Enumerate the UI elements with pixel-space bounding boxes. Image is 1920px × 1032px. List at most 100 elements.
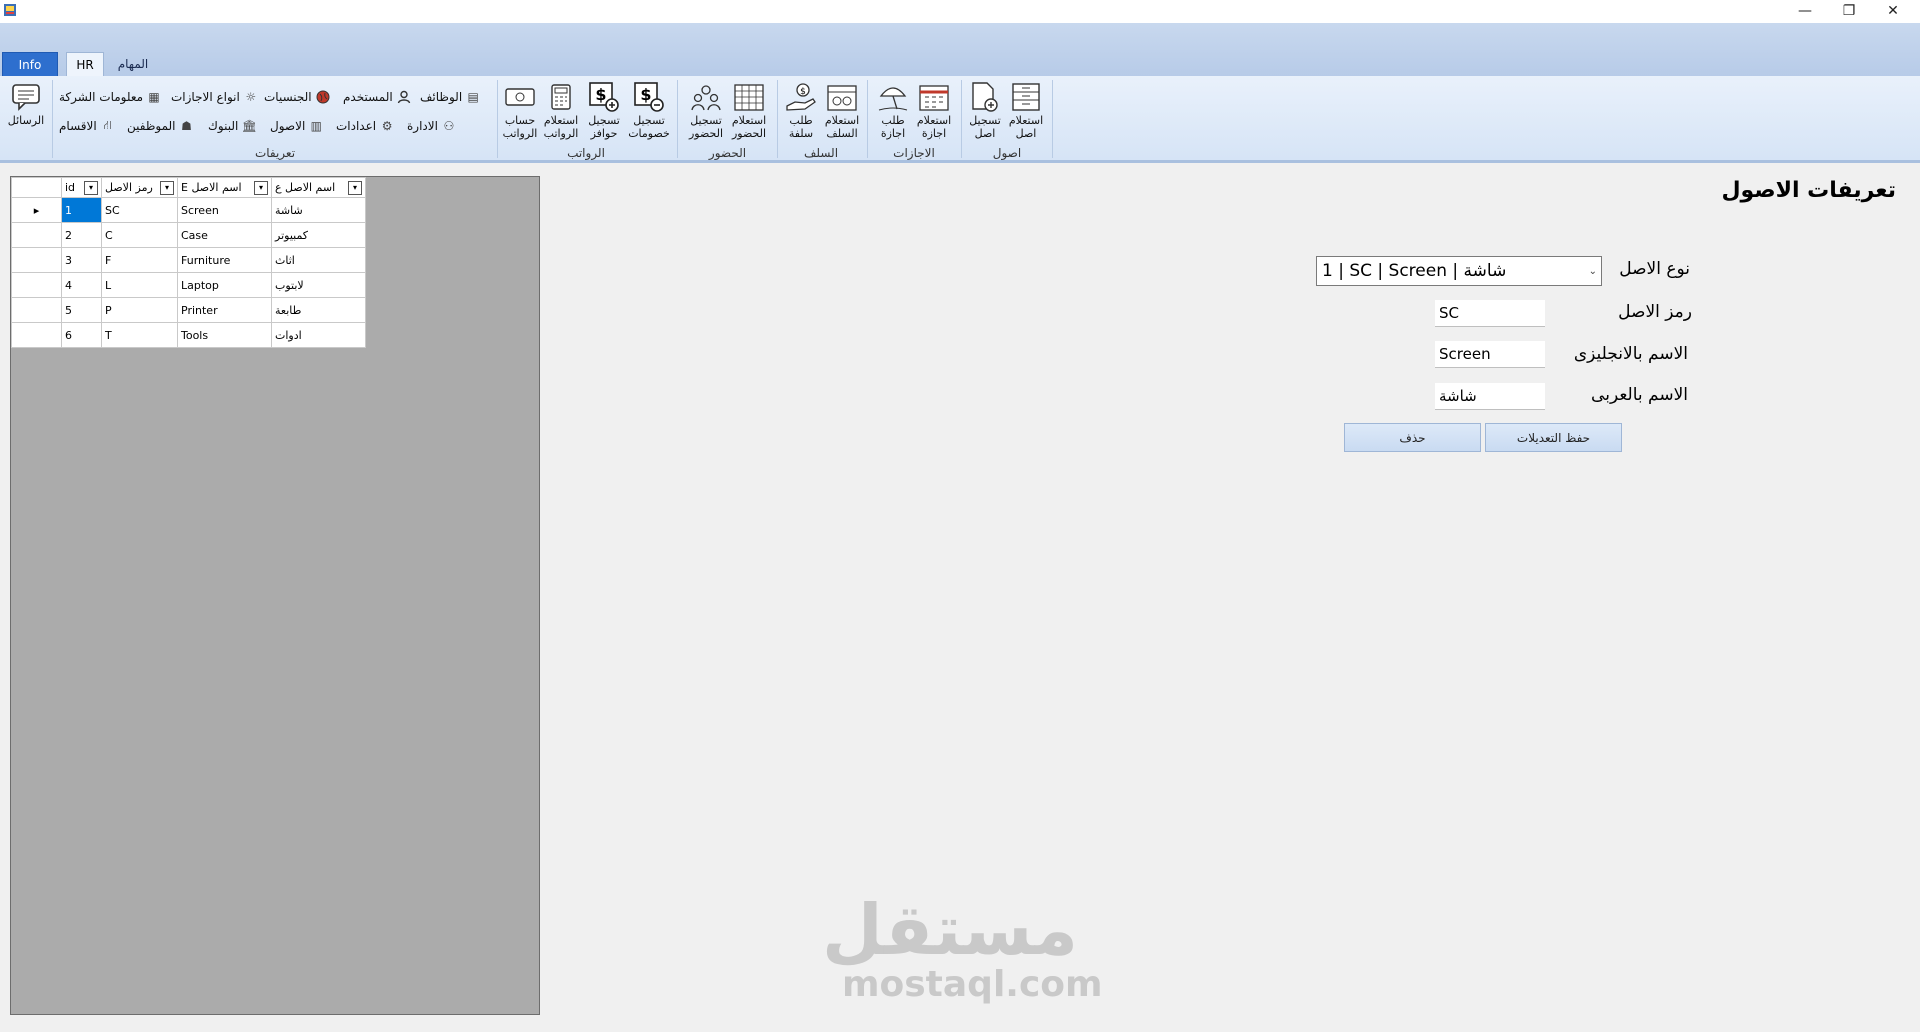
salary-inquiry-label-1: استعلام [543, 114, 579, 127]
ribbon-item-user[interactable]: المستخدم [343, 87, 411, 107]
cell-name-en[interactable]: Tools [177, 322, 272, 348]
attendance-register-button[interactable]: تسجيل الحضور [686, 80, 726, 144]
asset-type-select[interactable]: 1 | SC | Screen | شاشة ⌄ [1316, 256, 1602, 286]
employees-icon: ☗ [181, 119, 192, 133]
filter-dropdown-icon[interactable]: ▾ [254, 180, 268, 195]
salary-calc-button[interactable]: حساب الرواتب [500, 80, 540, 144]
table-row[interactable]: 2 C Case كمبيوتر [11, 222, 366, 248]
ribbon-item-departments[interactable]: ⛙ الاقسام [59, 116, 115, 136]
row-header[interactable] [11, 272, 62, 298]
table-row[interactable]: ▸ 1 SC Screen شاشة [11, 197, 366, 223]
cell-name-ar[interactable]: شاشة [271, 197, 366, 223]
table-row[interactable]: 5 P Printer طابعة [11, 297, 366, 323]
cabinet-icon [1009, 80, 1043, 114]
tab-tasks[interactable]: المهام [108, 52, 158, 76]
settings-label: اعدادات [336, 119, 377, 133]
name-ar-label: الاسم بالعربى [1591, 385, 1688, 405]
cell-id[interactable]: 5 [61, 297, 102, 323]
ribbon-item-nationalities[interactable]: الجنسيات [264, 87, 330, 107]
row-header[interactable] [11, 247, 62, 273]
row-header[interactable] [11, 297, 62, 323]
restore-button[interactable]: ❐ [1826, 0, 1872, 22]
filter-dropdown-icon[interactable]: ▾ [160, 180, 174, 195]
advance-request-button[interactable]: $ طلب سلفة [781, 80, 821, 144]
ribbon-item-assets[interactable]: ▥ الاصول [270, 116, 323, 136]
column-header-name-ar[interactable]: ▾ اسم الاصل ع [271, 177, 366, 198]
deductions-button[interactable]: $ تسجيل خصومات [628, 80, 670, 144]
incentives-button[interactable]: $ تسجيل حوافز [584, 80, 624, 144]
messages-button[interactable]: الرسائل [4, 80, 48, 144]
cell-id[interactable]: 4 [61, 272, 102, 298]
tab-info[interactable]: Info [2, 52, 58, 77]
save-changes-button[interactable]: حفظ التعديلات [1485, 423, 1622, 452]
ribbon-item-employees[interactable]: ☗ الموظفين [127, 116, 194, 136]
row-header-corner [11, 177, 62, 198]
asset-inquiry-label-1: استعلام [1008, 114, 1044, 127]
gear-icon: ⚙ [381, 119, 393, 133]
ribbon-item-jobs[interactable]: ▤ الوظائف [420, 87, 480, 107]
name-en-label: الاسم بالانجليزى [1573, 344, 1688, 364]
cell-name-en[interactable]: Case [177, 222, 272, 248]
ribbon-item-settings[interactable]: ⚙ اعدادات [336, 116, 394, 136]
ribbon-item-company-info[interactable]: ▦ معلومات الشركة [59, 87, 161, 107]
cell-code[interactable]: C [101, 222, 178, 248]
cell-name-en[interactable]: Laptop [177, 272, 272, 298]
cell-name-en[interactable]: Screen [177, 197, 272, 223]
user-label: المستخدم [343, 90, 393, 104]
ribbon-item-admin[interactable]: ⚇ الادارة [407, 116, 456, 136]
table-row[interactable]: 3 F Furniture اثاث [11, 247, 366, 273]
group-label-assets: اصول [992, 146, 1022, 160]
ribbon-item-leave-types[interactable]: ☼ انواع الاجازات [171, 87, 258, 107]
cell-code[interactable]: P [101, 297, 178, 323]
filter-dropdown-icon[interactable]: ▾ [348, 180, 362, 195]
cell-name-ar[interactable]: ادوات [271, 322, 366, 348]
column-header-name-en[interactable]: ▾ E اسم الاصل [177, 177, 272, 198]
salary-inquiry-button[interactable]: استعلام الرواتب [541, 80, 581, 144]
cell-id[interactable]: 2 [61, 222, 102, 248]
cell-name-ar[interactable]: لابتوب [271, 272, 366, 298]
page-title: تعريفات الاصول [1721, 178, 1896, 203]
cell-name-ar[interactable]: اثاث [271, 247, 366, 273]
row-header[interactable] [11, 322, 62, 348]
advance-inquiry-button[interactable]: استعلام السلف [822, 80, 862, 144]
cell-id[interactable]: 3 [61, 247, 102, 273]
table-row[interactable]: 6 T Tools ادوات [11, 322, 366, 348]
cell-code[interactable]: F [101, 247, 178, 273]
asset-code-label: رمز الاصل [1618, 302, 1692, 322]
cell-id[interactable]: 6 [61, 322, 102, 348]
row-header[interactable] [11, 222, 62, 248]
tab-hr[interactable]: HR [66, 52, 104, 77]
chevron-down-icon[interactable]: ⌄ [1589, 266, 1601, 277]
cell-name-ar[interactable]: كمبيوتر [271, 222, 366, 248]
name-ar-field[interactable]: شاشة [1435, 383, 1545, 410]
cell-name-en[interactable]: Furniture [177, 247, 272, 273]
assets-grid[interactable]: ▾ id ▾ رمز الاصل ▾ E اسم الاصل ▾ اسم الاصل ع… [11, 177, 366, 348]
close-button[interactable]: ✕ [1870, 0, 1916, 22]
money-minus-icon: $ [632, 80, 666, 114]
cell-code[interactable]: SC [101, 197, 178, 223]
document-add-icon [968, 80, 1002, 114]
current-row-indicator[interactable]: ▸ [11, 197, 62, 223]
column-header-code[interactable]: ▾ رمز الاصل [101, 177, 178, 198]
column-header-id[interactable]: ▾ id [61, 177, 102, 198]
asset-code-field[interactable]: SC [1435, 300, 1545, 327]
leave-request-button[interactable]: طلب اجازة [873, 80, 913, 144]
assets-grid-panel[interactable]: ▾ id ▾ رمز الاصل ▾ E اسم الاصل ▾ اسم الاصل ع… [10, 176, 540, 1015]
minimize-button[interactable]: — [1782, 0, 1828, 22]
name-en-field[interactable]: Screen [1435, 341, 1545, 368]
ribbon-item-banks[interactable]: 🏛 البنوك [208, 116, 257, 136]
filter-dropdown-icon[interactable]: ▾ [84, 180, 98, 195]
messages-label: الرسائل [7, 114, 45, 127]
cell-code[interactable]: T [101, 322, 178, 348]
leave-inquiry-button[interactable]: استعلام اجازة [914, 80, 954, 144]
cell-code[interactable]: L [101, 272, 178, 298]
table-row[interactable]: 4 L Laptop لابتوب [11, 272, 366, 298]
delete-button[interactable]: حذف [1344, 423, 1481, 452]
cell-name-en[interactable]: Printer [177, 297, 272, 323]
attendance-inquiry-button[interactable]: استعلام الحضور [729, 80, 769, 144]
cell-id[interactable]: 1 [61, 197, 102, 223]
asset-inquiry-button[interactable]: استعلام اصل [1006, 80, 1046, 144]
asset-register-button[interactable]: تسجيل اصل [965, 80, 1005, 144]
cell-name-ar[interactable]: طابعة [271, 297, 366, 323]
salary-inquiry-label-2: الرواتب [543, 127, 579, 140]
